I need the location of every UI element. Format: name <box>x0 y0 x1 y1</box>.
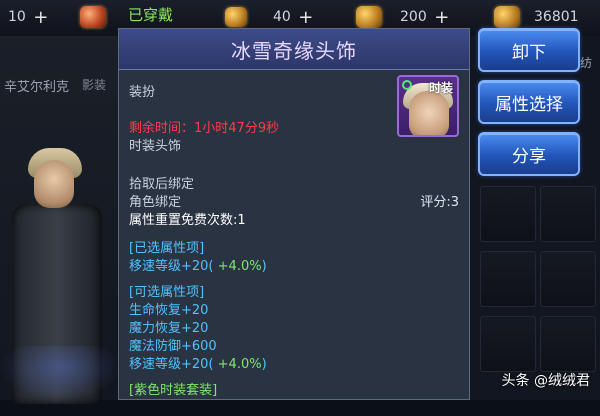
attribute-select-button[interactable]: 属性选择 <box>478 80 580 124</box>
share-button[interactable]: 分享 <box>478 132 580 176</box>
coin-count: 36801 <box>534 9 579 25</box>
unequip-button[interactable]: 卸下 <box>478 28 580 72</box>
remaining-time: 剩余时间：1小时47分9秒 <box>129 121 280 136</box>
resource-ticket <box>80 5 106 29</box>
inventory-slot[interactable] <box>540 316 596 372</box>
item-score: 评分:3 <box>420 195 459 210</box>
magic-circle <box>0 346 120 400</box>
ticket-icon <box>80 6 106 28</box>
selected-attr-stat: 移速等级+20( +4.0%) <box>129 255 267 274</box>
character-bound: 角色绑定 <box>129 195 182 210</box>
add-diamond-icon[interactable]: + <box>433 7 451 28</box>
bind-on-pickup: 拾取后绑定 <box>129 177 195 192</box>
watermark: 头条 @绒绒君 <box>501 373 590 389</box>
token-icon <box>225 7 247 27</box>
optional-attr-stat: 魔力恢复+20 <box>129 321 209 336</box>
character-head <box>34 160 74 208</box>
diamond-count: 200 <box>400 9 427 25</box>
tab-shadow-outfit[interactable]: 影装 <box>82 76 106 93</box>
add-gold-icon[interactable]: + <box>32 7 50 28</box>
token-count: 40 <box>273 9 291 25</box>
resource-gold: 10 + <box>8 5 50 29</box>
fashion-label: 时装 <box>428 81 453 95</box>
item-type: 时装头饰 <box>129 139 182 154</box>
character-area: 辛艾尔利克 影装 <box>0 36 120 404</box>
item-title: 冰雪奇缘头饰 <box>231 39 357 63</box>
coin-icon <box>494 6 520 28</box>
selected-attr-title: [已选属性项] <box>129 241 205 256</box>
resource-token: 40 + <box>225 5 315 29</box>
inventory-slot[interactable] <box>540 186 596 242</box>
inventory-slot[interactable] <box>480 251 536 307</box>
stat-bonus: +4.0% <box>217 357 262 372</box>
resource-coin: 36801 <box>494 5 585 29</box>
inventory-slot[interactable] <box>540 251 596 307</box>
reset-free-times: 属性重置免费次数:1 <box>129 213 246 228</box>
worn-tag: 已穿戴 <box>128 6 174 24</box>
fashion-ring-icon <box>402 80 412 90</box>
inventory-slot[interactable] <box>480 186 536 242</box>
character-name: 辛艾尔利克 <box>4 80 70 95</box>
optional-attr-stat: 生命恢复+20 <box>129 303 209 318</box>
diamond-icon <box>356 6 382 28</box>
optional-attr-stat: 移速等级+20( +4.0%) <box>129 353 267 372</box>
portrait-icon <box>409 91 449 135</box>
stat-name: 移速等级+20( <box>129 357 214 372</box>
item-icon: 时装 <box>397 75 459 137</box>
add-token-icon[interactable]: + <box>297 7 315 28</box>
inventory-slot[interactable] <box>480 316 536 372</box>
stat-close: ) <box>261 259 267 274</box>
tooltip-header: 冰雪奇缘头饰 <box>119 29 469 70</box>
right-tab-label[interactable]: 纺 <box>580 54 592 71</box>
stat-close: ) <box>261 357 267 372</box>
set-name: [紫色时装套装] <box>129 383 218 398</box>
item-tooltip: 冰雪奇缘头饰 时装 装扮 剩余时间：1小时47分9秒 时装头饰 拾取后绑定 角色… <box>118 28 470 400</box>
resource-diamond: 200 + <box>356 5 451 29</box>
item-category: 装扮 <box>129 85 156 100</box>
stat-name: 移速等级+20( <box>129 259 214 274</box>
stat-bonus: +4.0% <box>217 259 262 274</box>
gold-count: 10 <box>8 9 26 25</box>
optional-attr-stat: 魔法防御+600 <box>129 339 217 354</box>
optional-attr-title: [可选属性项] <box>129 285 205 300</box>
